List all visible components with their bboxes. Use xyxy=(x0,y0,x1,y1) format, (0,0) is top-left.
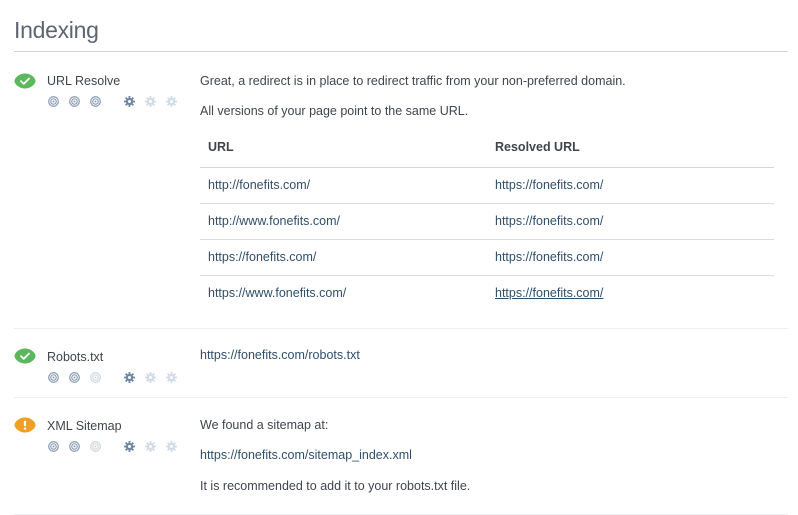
url-cell: http://fonefits.com/ xyxy=(200,167,487,204)
difficulty-gear-icon xyxy=(124,441,135,452)
difficulty-gear-icon xyxy=(166,96,177,107)
importance-icon xyxy=(69,441,80,452)
table-row: http://fonefits.com/ https://fonefits.co… xyxy=(200,167,774,204)
table-row: https://www.fonefits.com/ https://fonefi… xyxy=(200,275,774,311)
url-resolve-message: Great, a redirect is in place to redirec… xyxy=(200,74,626,88)
robots-txt-link[interactable]: https://fonefits.com/robots.txt xyxy=(200,348,360,362)
difficulty-gear-icon xyxy=(145,441,156,452)
importance-icon xyxy=(48,96,59,107)
resolved-url-link[interactable]: https://fonefits.com/ xyxy=(495,286,603,300)
importance-icon xyxy=(69,96,80,107)
importance-icon xyxy=(90,441,101,452)
message-text: Great, a redirect is in place to redirec… xyxy=(200,74,626,88)
difficulty-gear-icon xyxy=(145,372,156,383)
score-indicators xyxy=(48,96,187,107)
difficulty-gear-icon xyxy=(145,96,156,107)
check-label: URL Resolve xyxy=(47,74,121,88)
table-row: https://fonefits.com/ https://fonefits.c… xyxy=(200,239,774,276)
resolved-url-cell: https://fonefits.com/ xyxy=(487,203,774,240)
url-cell: https://www.fonefits.com/ xyxy=(208,286,347,301)
xml-sitemap-message: It is recommended to add it to your robo… xyxy=(200,479,470,493)
difficulty-gear-icon xyxy=(166,372,177,383)
importance-icon xyxy=(90,372,101,383)
resolved-url-cell: https://fonefits.com/ xyxy=(487,239,774,276)
page-title: Indexing xyxy=(14,17,99,43)
check-label: Robots.txt xyxy=(47,350,104,364)
title-divider xyxy=(14,51,788,52)
section-divider xyxy=(14,397,788,398)
url-cell: https://fonefits.com/ xyxy=(200,239,487,276)
url-resolve-table: URL Resolved URL http://fonefits.com/ ht… xyxy=(200,128,774,311)
resolved-url-cell: https://fonefits.com/ xyxy=(487,275,774,311)
robots-txt-content: https://fonefits.com/robots.txt xyxy=(200,348,360,362)
table-row: http://www.fonefits.com/ https://fonefit… xyxy=(200,203,774,240)
message-text: All versions of your page point to the s… xyxy=(200,104,469,118)
message-text: We found a sitemap at: xyxy=(200,418,329,432)
exclamation-icon xyxy=(14,417,36,433)
difficulty-gear-icon xyxy=(166,441,177,452)
column-header-resolved-url: Resolved URL xyxy=(487,128,774,168)
xml-sitemap-message: We found a sitemap at: xyxy=(200,418,328,432)
check-icon xyxy=(14,348,36,364)
score-indicators xyxy=(48,441,187,452)
importance-icon xyxy=(48,441,59,452)
check-icon xyxy=(14,73,36,89)
column-header-url: URL xyxy=(200,128,487,168)
difficulty-gear-icon xyxy=(124,96,135,107)
score-indicators xyxy=(48,372,187,383)
sitemap-link[interactable]: https://fonefits.com/sitemap_index.xml xyxy=(200,448,412,462)
xml-sitemap-url: https://fonefits.com/sitemap_index.xml xyxy=(200,448,412,462)
resolved-url-cell: https://fonefits.com/ xyxy=(487,167,774,204)
message-text: It is recommended to add it to your robo… xyxy=(200,479,471,493)
importance-icon xyxy=(69,372,80,383)
url-resolve-message: All versions of your page point to the s… xyxy=(200,104,468,118)
check-label: XML Sitemap xyxy=(47,419,122,433)
difficulty-gear-icon xyxy=(124,372,135,383)
importance-icon xyxy=(90,96,101,107)
section-divider xyxy=(14,328,788,329)
url-cell: http://www.fonefits.com/ xyxy=(200,203,487,240)
importance-icon xyxy=(48,372,59,383)
